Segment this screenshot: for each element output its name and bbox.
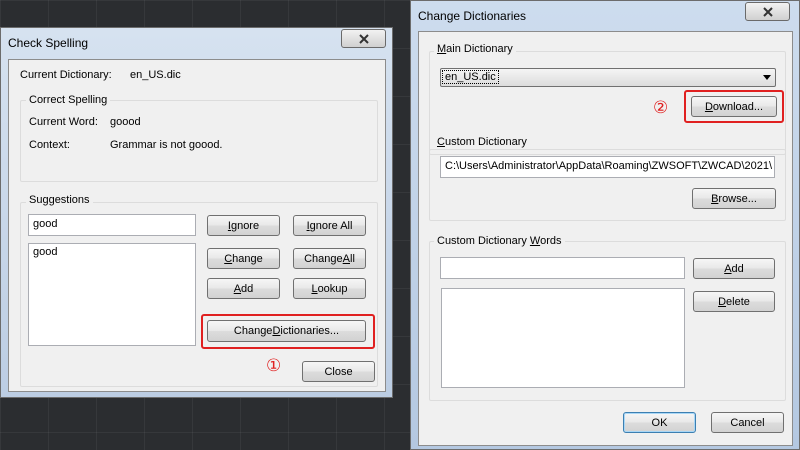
change-all-button[interactable]: Change All bbox=[293, 248, 366, 269]
change-dictionaries-titlebar[interactable]: Change Dictionaries bbox=[411, 1, 799, 31]
change-dictionaries-highlight bbox=[201, 314, 375, 349]
main-dictionary-group-label: Main Dictionary bbox=[434, 43, 516, 55]
add-button[interactable]: Add bbox=[207, 278, 280, 299]
correct-spelling-group-label: Correct Spelling bbox=[26, 94, 111, 106]
dialog-title: Check Spelling bbox=[8, 36, 89, 50]
change-button[interactable]: Change bbox=[207, 248, 280, 269]
close-x-icon[interactable] bbox=[745, 2, 790, 21]
download-highlight bbox=[684, 90, 784, 123]
chevron-down-icon bbox=[763, 75, 771, 80]
current-word-label: Current Word: bbox=[29, 116, 98, 128]
step-1-marker: ① bbox=[266, 356, 282, 375]
check-spelling-client: Current Dictionary: en_US.dic Correct Sp… bbox=[8, 59, 386, 392]
step-2-marker: ② bbox=[653, 98, 669, 117]
custom-words-group-label: Custom Dictionary Words bbox=[434, 235, 565, 247]
change-dictionaries-dialog: Change Dictionaries Main Dictionary en_U… bbox=[410, 0, 800, 450]
suggestions-list-item[interactable]: good bbox=[33, 246, 191, 258]
ignore-button[interactable]: Ignore bbox=[207, 215, 280, 236]
delete-word-button[interactable]: Delete bbox=[693, 291, 775, 312]
check-spelling-dialog: Check Spelling Current Dictionary: en_US… bbox=[0, 27, 393, 398]
ignore-all-button[interactable]: Ignore All bbox=[293, 215, 366, 236]
current-dictionary-label: Current Dictionary: bbox=[20, 69, 112, 81]
dialog-title: Change Dictionaries bbox=[418, 9, 527, 23]
change-dictionaries-client: Main Dictionary en_US.dic ② Download... … bbox=[418, 31, 793, 446]
cancel-button[interactable]: Cancel bbox=[711, 412, 784, 433]
suggestion-input-value: good bbox=[33, 218, 58, 230]
browse-button[interactable]: Browse... bbox=[692, 188, 776, 209]
close-button[interactable]: Close bbox=[302, 361, 375, 382]
ok-button[interactable]: OK bbox=[623, 412, 696, 433]
custom-words-listbox[interactable] bbox=[441, 288, 685, 388]
custom-dictionary-path: C:\Users\Administrator\AppData\Roaming\Z… bbox=[445, 160, 773, 172]
check-spelling-titlebar[interactable]: Check Spelling bbox=[1, 28, 392, 58]
lookup-button[interactable]: Lookup bbox=[293, 278, 366, 299]
suggestion-input[interactable]: good bbox=[28, 214, 196, 236]
close-x-icon[interactable] bbox=[341, 29, 386, 48]
context-value: Grammar is not goood. bbox=[110, 139, 223, 151]
suggestions-group-label: Suggestions bbox=[26, 194, 93, 206]
main-dictionary-select[interactable]: en_US.dic bbox=[440, 68, 776, 87]
custom-dictionary-path-field[interactable]: C:\Users\Administrator\AppData\Roaming\Z… bbox=[440, 156, 775, 178]
context-label: Context: bbox=[29, 139, 70, 151]
current-word-value: goood bbox=[110, 116, 141, 128]
custom-dictionary-group-label: Custom Dictionary bbox=[434, 136, 530, 148]
suggestions-listbox[interactable]: good bbox=[28, 243, 196, 346]
current-dictionary-value: en_US.dic bbox=[130, 69, 181, 81]
add-word-button[interactable]: Add bbox=[693, 258, 775, 279]
main-dictionary-selected: en_US.dic bbox=[442, 70, 499, 84]
custom-word-input[interactable] bbox=[440, 257, 685, 279]
